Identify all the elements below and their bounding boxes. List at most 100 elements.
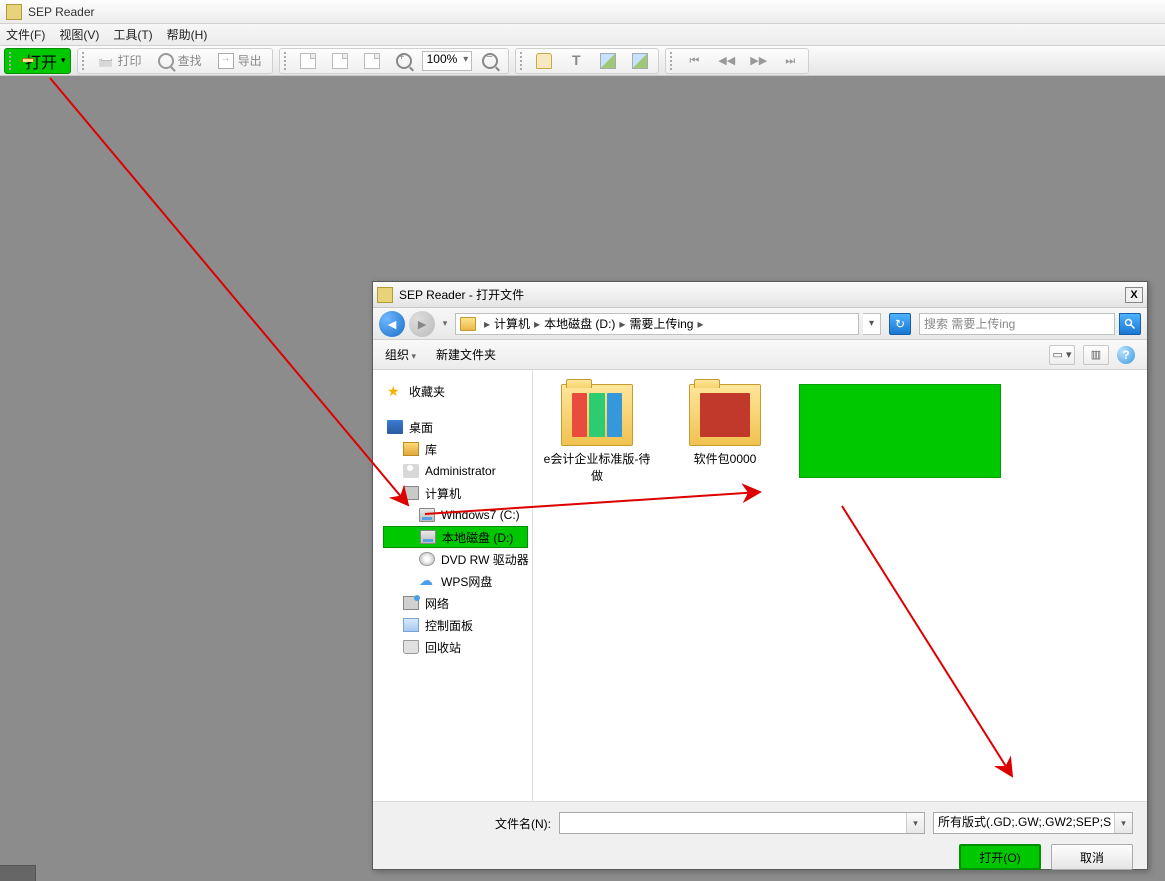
refresh-button[interactable]: ↻ xyxy=(889,313,911,335)
menu-view[interactable]: 视图(V) xyxy=(59,26,99,43)
menu-help[interactable]: 帮助(H) xyxy=(167,26,208,43)
last-page-button[interactable]: ⏭ xyxy=(776,50,804,72)
dialog-nav-row: ◄ ► ▾ ▸ 计算机 ▸ 本地磁盘 (D:) ▸ 需要上传ing ▸ ▾ ↻ … xyxy=(373,308,1147,340)
tree-libraries[interactable]: 库 xyxy=(383,438,528,460)
tree-drive-c[interactable]: Windows7 (C:) xyxy=(383,504,528,526)
search-icon xyxy=(158,53,174,69)
desktop-icon xyxy=(387,420,403,434)
nav-back-button[interactable]: ◄ xyxy=(379,311,405,337)
dialog-close-button[interactable]: X xyxy=(1125,287,1143,303)
file-label: e会计企业标准版-待做 xyxy=(543,450,651,484)
breadcrumb-dropdown[interactable]: ▾ xyxy=(863,313,881,335)
image-tool2-button[interactable] xyxy=(626,50,654,72)
export-icon xyxy=(218,53,234,69)
filetype-select[interactable]: 所有版式(.GD;.GW;.GW2;SEP;S▾ xyxy=(933,812,1133,834)
first-page-button[interactable]: ⏮ xyxy=(680,50,708,72)
search-input[interactable]: 搜索 需要上传ing xyxy=(919,313,1115,335)
highlighted-target-region[interactable] xyxy=(799,384,1001,478)
zoom-out-button[interactable] xyxy=(476,50,504,72)
dvd-icon xyxy=(419,552,435,566)
page-icon xyxy=(364,53,380,69)
breadcrumb-folder[interactable]: 需要上传ing xyxy=(629,315,693,332)
export-button[interactable]: 导出 xyxy=(212,50,268,72)
tree-admin[interactable]: Administrator xyxy=(383,460,528,482)
tb-group-select: T xyxy=(515,48,659,74)
chevron-icon[interactable]: ▸ xyxy=(695,317,705,331)
nav-history-dropdown[interactable]: ▾ xyxy=(439,312,451,336)
text-icon: T xyxy=(568,53,584,69)
dialog-icon xyxy=(377,287,393,303)
zoom-select[interactable]: 100% xyxy=(422,51,473,71)
chevron-icon[interactable]: ▸ xyxy=(617,317,627,331)
text-tool-button[interactable]: T xyxy=(562,50,590,72)
dialog-cancel-button[interactable]: 取消 xyxy=(1051,844,1133,870)
tree-control-panel[interactable]: 控制面板 xyxy=(383,614,528,636)
grip-icon xyxy=(9,52,13,70)
dialog-title: SEP Reader - 打开文件 xyxy=(399,286,524,303)
user-icon xyxy=(403,464,419,478)
tree-wps[interactable]: ☁WPS网盘 xyxy=(383,570,528,592)
last-icon: ⏭ xyxy=(782,53,798,69)
help-button[interactable]: ? xyxy=(1117,346,1135,364)
tb-group-page: 100% xyxy=(279,48,510,74)
view-mode-button[interactable]: ▭ ▾ xyxy=(1049,345,1075,365)
tree-computer[interactable]: 计算机 xyxy=(383,482,528,504)
grip-icon xyxy=(520,52,524,70)
breadcrumb-computer[interactable]: 计算机 xyxy=(494,315,530,332)
files-pane[interactable]: e会计企业标准版-待做 软件包0000 xyxy=(533,370,1147,801)
chevron-icon[interactable]: ▸ xyxy=(482,317,492,331)
new-folder-button[interactable]: 新建文件夹 xyxy=(436,346,496,363)
chevron-icon[interactable]: ▸ xyxy=(532,317,542,331)
drive-icon xyxy=(420,530,436,544)
open-file-dialog: SEP Reader - 打开文件 X ◄ ► ▾ ▸ 计算机 ▸ 本地磁盘 (… xyxy=(372,281,1148,870)
tree-favorites[interactable]: ★收藏夹 xyxy=(383,380,528,402)
dialog-titlebar[interactable]: SEP Reader - 打开文件 X xyxy=(373,282,1147,308)
print-button[interactable]: 打印 xyxy=(92,50,148,72)
open-button-group[interactable]: 打开 ▾ xyxy=(4,48,71,74)
filename-input[interactable]: ▾ xyxy=(559,812,925,834)
prev-page-button[interactable]: ◀◀ xyxy=(712,50,740,72)
breadcrumb-drive[interactable]: 本地磁盘 (D:) xyxy=(544,315,615,332)
zoom-in-icon xyxy=(396,53,412,69)
open-folder-icon xyxy=(19,60,21,62)
grip-icon xyxy=(82,52,86,70)
tree-pane: ★收藏夹 桌面 库 Administrator 计算机 Windows7 (C:… xyxy=(373,370,533,801)
toolbar: 打开 ▾ 打印 查找 导出 100% T ⏮ ◀ xyxy=(0,46,1165,76)
open-dropdown-icon[interactable]: ▾ xyxy=(61,55,66,66)
dropdown-icon[interactable]: ▾ xyxy=(906,813,924,833)
dropdown-icon[interactable]: ▾ xyxy=(1114,813,1132,833)
tree-recycle[interactable]: 回收站 xyxy=(383,636,528,658)
dialog-open-button[interactable]: 打开(O) xyxy=(959,844,1041,870)
page-2-button[interactable] xyxy=(326,50,354,72)
tree-desktop[interactable]: 桌面 xyxy=(383,416,528,438)
page-1-button[interactable] xyxy=(294,50,322,72)
tree-dvd[interactable]: DVD RW 驱动器 ( xyxy=(383,548,528,570)
zoom-in-button[interactable] xyxy=(390,50,418,72)
file-item[interactable]: 软件包0000 xyxy=(671,384,779,484)
folder-icon xyxy=(460,317,476,331)
nav-forward-button: ► xyxy=(409,311,435,337)
search-button[interactable] xyxy=(1119,313,1141,335)
file-item[interactable]: e会计企业标准版-待做 xyxy=(543,384,651,484)
bottom-strip xyxy=(0,865,36,881)
filename-label: 文件名(N): xyxy=(495,815,551,832)
tree-network[interactable]: 网络 xyxy=(383,592,528,614)
page-icon xyxy=(300,53,316,69)
preview-pane-button[interactable]: ▥ xyxy=(1083,345,1109,365)
image-tool-button[interactable] xyxy=(594,50,622,72)
app-icon xyxy=(6,4,22,20)
tree-drive-d[interactable]: 本地磁盘 (D:) xyxy=(383,526,528,548)
find-button[interactable]: 查找 xyxy=(152,50,208,72)
grip-icon xyxy=(284,52,288,70)
recycle-icon xyxy=(403,640,419,654)
hand-tool-button[interactable] xyxy=(530,50,558,72)
organize-button[interactable]: 组织 xyxy=(385,346,416,363)
breadcrumb[interactable]: ▸ 计算机 ▸ 本地磁盘 (D:) ▸ 需要上传ing ▸ xyxy=(455,313,859,335)
menu-tools[interactable]: 工具(T) xyxy=(113,26,152,43)
menu-file[interactable]: 文件(F) xyxy=(6,26,45,43)
star-icon: ★ xyxy=(387,384,403,398)
page-3-button[interactable] xyxy=(358,50,386,72)
library-icon xyxy=(403,442,419,456)
control-panel-icon xyxy=(403,618,419,632)
next-page-button[interactable]: ▶▶ xyxy=(744,50,772,72)
